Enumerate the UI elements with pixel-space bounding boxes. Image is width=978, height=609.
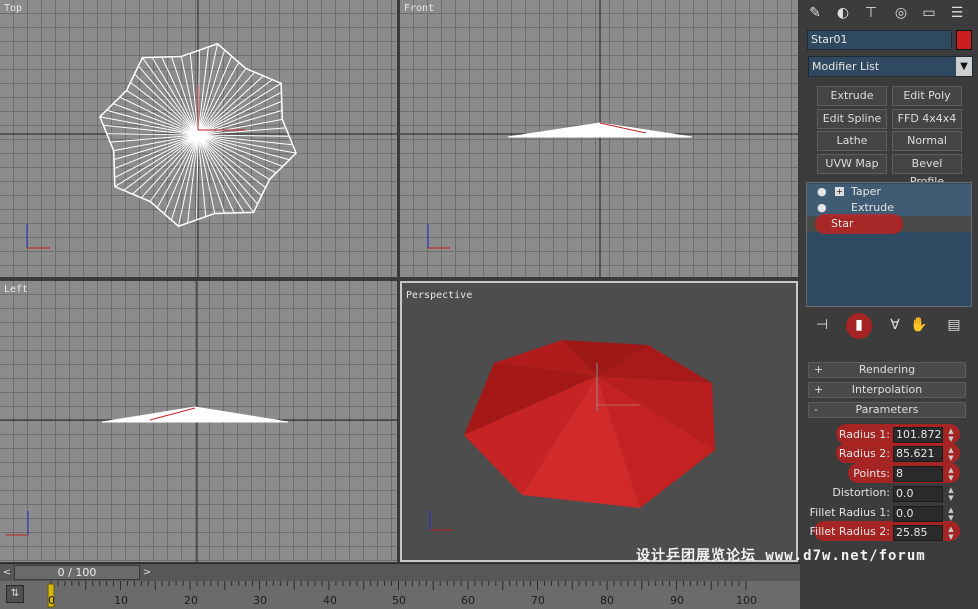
umbrella-3d-model [429, 340, 715, 531]
motion-icon[interactable]: ◎ [890, 3, 912, 23]
fillet-radius2-label: Fillet Radius 2: [809, 525, 890, 538]
points-label: Points: [853, 467, 890, 480]
configure-modifier-sets-icon[interactable]: ▤ [944, 315, 964, 335]
fillet-radius1-spinner[interactable]: 0.0 [893, 506, 943, 522]
expand-plus-icon[interactable]: + [835, 187, 844, 196]
stack-item-label: Star [831, 217, 854, 230]
time-slider[interactable]: 0 / 100 [14, 565, 140, 580]
rollout-rendering[interactable]: + Rendering [808, 362, 966, 378]
highlight-oval [815, 214, 903, 234]
distortion-spinner[interactable]: 0.0 [893, 486, 943, 502]
axis-tripod-icon [6, 511, 29, 536]
stack-item-star[interactable]: Star [807, 214, 971, 234]
collapse-icon: - [814, 403, 818, 416]
hierarchy-icon[interactable]: ⊤ [860, 3, 882, 23]
tick-label: 20 [184, 594, 198, 607]
tick-label: 60 [461, 594, 475, 607]
tick-label: 50 [392, 594, 406, 607]
rollout-label: Parameters [855, 403, 919, 416]
show-end-result-icon[interactable]: ▮ [849, 315, 869, 335]
pin-stack-icon[interactable]: ⊣ [812, 315, 832, 335]
viewport-front[interactable]: Front [400, 0, 798, 277]
left-view-wireframe [0, 281, 397, 562]
distortion-label: Distortion: [832, 486, 890, 499]
watermark: 设计乒团展览论坛 www.d7w.net/forum [636, 548, 926, 564]
tick-label: 90 [670, 594, 684, 607]
expand-icon: + [814, 383, 824, 396]
radius2-spinner[interactable]: 85.621 [893, 446, 943, 462]
radius1-label: Radius 1: [838, 428, 890, 441]
modifier-button[interactable]: Bevel Profile [892, 154, 962, 188]
top-view-wireframe [0, 0, 397, 277]
rollout-label: Interpolation [851, 383, 923, 396]
spinner-arrows-icon[interactable]: ▲ ▼ [946, 506, 956, 522]
modifier-button[interactable]: Normal [892, 131, 962, 151]
chevron-down-icon[interactable]: ▼ [956, 57, 972, 76]
modifier-button[interactable]: UVW Map [817, 154, 887, 174]
rollout-parameters[interactable]: - Parameters [808, 402, 966, 418]
modifier-button[interactable]: FFD 4x4x4 [892, 109, 962, 129]
tick-label: 80 [600, 594, 614, 607]
time-slider-bar: < 0 / 100 > [0, 563, 800, 581]
tick-label: 70 [531, 594, 545, 607]
radius2-label: Radius 2: [838, 447, 890, 460]
modifier-button[interactable]: Edit Spline [817, 109, 887, 129]
fillet-radius1-label: Fillet Radius 1: [809, 506, 890, 519]
spinner-arrows-icon[interactable]: ▲ ▼ [946, 446, 956, 462]
viewport-top[interactable]: Top [0, 0, 397, 277]
display-icon[interactable]: ▭ [918, 3, 940, 23]
front-view-wireframe [400, 0, 798, 277]
spinner-arrows-icon[interactable]: ▲ ▼ [946, 525, 956, 541]
next-frame-button[interactable]: > [141, 565, 153, 580]
modifier-button[interactable]: Extrude [817, 86, 887, 106]
modifier-list-dropdown[interactable]: Modifier List ▼ [808, 56, 973, 77]
utilities-icon[interactable]: ☰ [946, 3, 968, 23]
tick-label: 0 [48, 594, 55, 607]
rollout-interpolation[interactable]: + Interpolation [808, 382, 966, 398]
stack-item-taper[interactable]: ● + Taper [807, 184, 971, 200]
fillet-radius2-spinner[interactable]: 25.85 [893, 525, 943, 541]
tick-label: 40 [323, 594, 337, 607]
tick-label: 10 [114, 594, 128, 607]
points-spinner[interactable]: 8 [893, 466, 943, 482]
create-icon[interactable]: ✎ [804, 3, 826, 23]
axis-tripod-icon [429, 511, 452, 531]
track-bar[interactable]: 0 10 20 30 40 50 60 70 80 90 100 [0, 581, 800, 609]
make-unique-icon[interactable]: ∀ [885, 315, 905, 335]
axis-tripod-icon [427, 224, 450, 249]
lightbulb-icon[interactable]: ● [817, 184, 827, 200]
modifier-button[interactable]: Lathe [817, 131, 887, 151]
modifier-stack[interactable]: ● + Taper ● Extrude Star [806, 182, 972, 307]
viewport-perspective[interactable]: Perspective [400, 281, 798, 562]
spinner-arrows-icon[interactable]: ▲ ▼ [946, 427, 956, 443]
viewport-left[interactable]: Left [0, 281, 397, 562]
modify-icon[interactable]: ◐ [832, 3, 854, 23]
modifier-button[interactable]: Edit Poly [892, 86, 962, 106]
remove-modifier-icon[interactable]: ✋ [909, 315, 929, 335]
expand-icon: + [814, 363, 824, 376]
prev-frame-button[interactable]: < [1, 565, 13, 580]
rollout-label: Rendering [858, 363, 916, 376]
object-name-field[interactable]: Star01 [807, 30, 952, 50]
radius1-spinner[interactable]: 101.872 [893, 427, 943, 443]
spinner-arrows-icon[interactable]: ▲ ▼ [946, 486, 956, 502]
tick-label: 100 [736, 594, 757, 607]
key-filter-icon[interactable]: ⇅ [6, 585, 24, 603]
command-panel-tabs: ✎ ◐ ⊤ ◎ ▭ ☰ [800, 0, 978, 26]
stack-item-label: Taper [851, 185, 881, 198]
spinner-arrows-icon[interactable]: ▲ ▼ [946, 466, 956, 482]
modifier-list-label: Modifier List [812, 60, 880, 73]
axis-tripod-icon [26, 224, 50, 249]
tick-label: 30 [253, 594, 267, 607]
object-color-swatch[interactable] [956, 30, 972, 50]
